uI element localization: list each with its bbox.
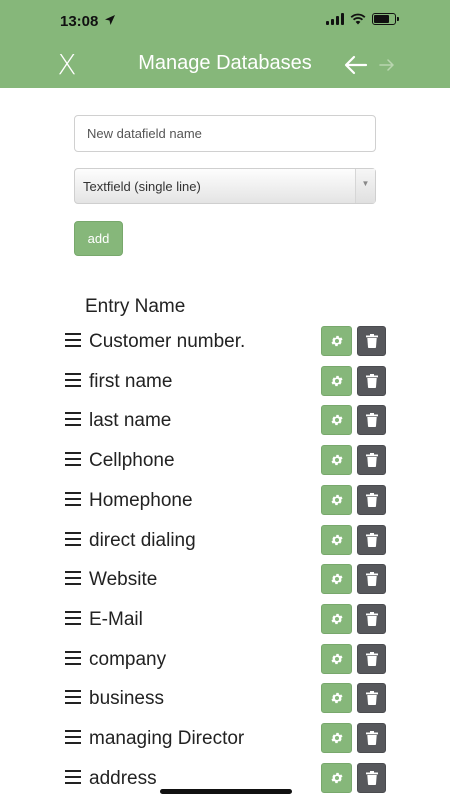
list-item-label: Homephone (89, 489, 193, 511)
status-bar: 13:08 (0, 0, 450, 44)
delete-button[interactable] (357, 564, 386, 595)
list-item-label: Website (89, 569, 158, 591)
list-item-label: Cellphone (89, 450, 175, 472)
list-item-label: Customer number. (89, 331, 246, 352)
cellular-signal-icon (326, 13, 344, 25)
delete-button[interactable] (357, 445, 386, 476)
settings-button[interactable] (321, 683, 352, 714)
settings-button[interactable] (321, 524, 352, 555)
field-type-select[interactable]: Textfield (single line) ▼ (74, 168, 376, 204)
delete-button[interactable] (357, 326, 386, 356)
list-item: first name (0, 365, 450, 397)
settings-button[interactable] (321, 643, 352, 674)
home-indicator[interactable] (160, 789, 292, 794)
status-time: 13:08 (60, 13, 99, 30)
delete-button[interactable] (357, 603, 386, 634)
drag-handle-icon[interactable] (65, 730, 81, 744)
drag-handle-icon[interactable] (65, 690, 81, 705)
list-item-label: E-Mail (89, 608, 143, 630)
arrow-left-icon[interactable] (343, 52, 369, 78)
delete-button[interactable] (357, 365, 386, 396)
list-item-label: first name (89, 370, 173, 392)
close-button[interactable]: X (52, 48, 82, 82)
drag-handle-icon[interactable] (65, 610, 81, 625)
list-item: business (0, 682, 450, 714)
list-item: Website (0, 563, 450, 595)
chevron-down-icon: ▼ (355, 169, 375, 203)
battery-icon (372, 13, 399, 25)
page-title: Manage Databases (138, 52, 312, 74)
delete-button[interactable] (357, 643, 386, 674)
delete-button[interactable] (357, 723, 386, 753)
drag-handle-icon[interactable] (65, 412, 81, 427)
settings-button[interactable] (321, 603, 352, 634)
list-item-label: last name (89, 410, 172, 432)
settings-button[interactable] (321, 326, 352, 356)
delete-button[interactable] (357, 405, 386, 436)
drag-handle-icon[interactable] (65, 333, 81, 347)
list-item-label: direct dialing (89, 529, 196, 551)
drag-handle-icon[interactable] (65, 491, 81, 506)
list-item-label: managing Director (89, 728, 245, 749)
list-item: Cellphone (0, 444, 450, 476)
list-item: Customer number. (0, 325, 450, 357)
settings-button[interactable] (321, 564, 352, 595)
app-header: 13:08 X Manage Databases (0, 0, 450, 88)
settings-button[interactable] (321, 762, 352, 793)
drag-handle-icon[interactable] (65, 650, 81, 665)
list-item: managing Director (0, 722, 450, 754)
entry-name-header: Entry Name (85, 296, 186, 317)
location-arrow-icon (105, 15, 115, 25)
drag-handle-icon[interactable] (65, 452, 81, 467)
battery-level (374, 15, 389, 23)
list-item-label: address (89, 767, 157, 789)
add-button[interactable]: add (74, 221, 123, 256)
list-item-label: company (89, 648, 167, 670)
field-type-selected: Textfield (single line) (83, 179, 201, 194)
arrow-right-icon[interactable] (378, 55, 396, 75)
delete-button[interactable] (357, 484, 386, 515)
drag-handle-icon[interactable] (65, 571, 81, 586)
delete-button[interactable] (357, 683, 386, 714)
list-item: direct dialing (0, 524, 450, 556)
list-item: company (0, 643, 450, 675)
settings-button[interactable] (321, 445, 352, 476)
delete-button[interactable] (357, 762, 386, 793)
drag-handle-icon[interactable] (65, 372, 81, 387)
datafield-name-input[interactable] (74, 115, 376, 152)
settings-button[interactable] (321, 723, 352, 753)
settings-button[interactable] (321, 484, 352, 515)
list-item: last name (0, 404, 450, 436)
delete-button[interactable] (357, 524, 386, 555)
list-item: Homephone (0, 484, 450, 516)
nav-bar: X Manage Databases (0, 44, 450, 88)
drag-handle-icon[interactable] (65, 769, 81, 784)
wifi-icon (350, 13, 366, 25)
settings-button[interactable] (321, 405, 352, 436)
drag-handle-icon[interactable] (65, 531, 81, 546)
settings-button[interactable] (321, 365, 352, 396)
status-indicators (326, 13, 399, 25)
list-item: E-Mail (0, 603, 450, 635)
list-item-label: business (89, 688, 164, 710)
